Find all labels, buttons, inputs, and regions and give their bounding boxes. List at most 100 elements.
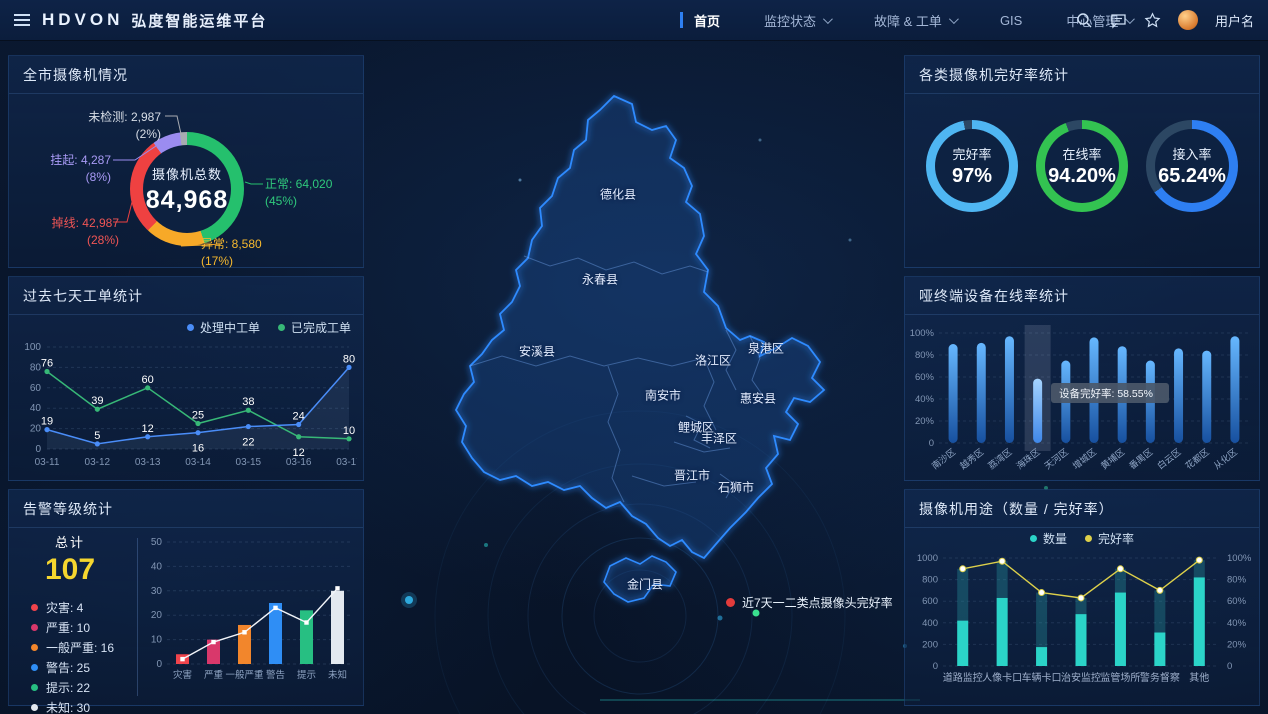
alarm-summary: 总计107灾害: 4严重: 10一般严重: 16警告: 25提示: 22未知: …: [9, 532, 131, 714]
user-avatar[interactable]: [1178, 10, 1198, 30]
gauge-value: 65.24%: [1158, 165, 1226, 188]
svg-text:0: 0: [933, 661, 938, 672]
svg-text:39: 39: [91, 395, 103, 407]
svg-text:20: 20: [151, 610, 163, 621]
divider: [137, 538, 138, 696]
nav-item-gis[interactable]: GIS: [978, 0, 1044, 40]
panel-dumb-devices: 哑终端设备在线率统计 020%40%60%80%100%南沙区越秀区荔湾区海珠区…: [904, 276, 1260, 481]
panel-camera-overview: 全市摄像机情况 摄像机总数84,968未检测: 2,987(2%) 挂起: 4,2…: [8, 55, 364, 268]
nav-brand-group: HDVON 弘度智能运维平台: [0, 10, 267, 31]
map-legend-label: 近7天一二类点摄像头完好率: [742, 594, 893, 611]
alarm-legend-item[interactable]: 未知: 30: [31, 697, 131, 714]
svg-text:600: 600: [922, 596, 938, 607]
map-legend: 近7天一二类点摄像头完好率: [726, 594, 893, 611]
donut-center-value: 84,968: [146, 186, 228, 215]
rate-gauge[interactable]: 接入率65.24%: [1144, 118, 1240, 214]
map-label-district: 南安市: [645, 387, 681, 404]
legend-item[interactable]: 处理中工单: [187, 319, 260, 336]
svg-text:未知: 未知: [328, 669, 347, 681]
svg-text:治安监控: 治安监控: [1061, 671, 1101, 684]
map-label-district: 安溪县: [519, 343, 555, 360]
svg-text:40%: 40%: [1227, 618, 1247, 629]
map-label-district: 惠安县: [740, 390, 776, 407]
donut-ring[interactable]: 摄像机总数84,968: [130, 132, 244, 246]
svg-text:60%: 60%: [915, 372, 935, 383]
camera-usage-combo-chart[interactable]: 数量完好率02004006008001000020%40%60%80%100%道…: [905, 528, 1259, 708]
weekly-orders-line-chart[interactable]: 处理中工单已完成工单02040608010003-1103-1203-1303-…: [9, 315, 363, 483]
svg-text:20%: 20%: [915, 416, 935, 427]
city-map[interactable]: 德化县永春县安溪县洛江区泉港区南安市惠安县鲤城区丰泽区晋江市石狮市金门县 近7天…: [374, 44, 894, 710]
rate-gauge[interactable]: 完好率 97%: [924, 118, 1020, 214]
svg-text:25: 25: [192, 410, 204, 422]
brand-logo: HDVON: [42, 10, 123, 30]
nav-item-label: GIS: [1000, 13, 1022, 28]
svg-text:其他: 其他: [1189, 671, 1209, 684]
svg-text:番禺区: 番禺区: [1127, 446, 1155, 471]
nav-item-monitor-status[interactable]: 监控状态: [742, 0, 852, 40]
gauge-label: 完好率: [952, 144, 991, 163]
svg-text:10: 10: [151, 635, 163, 646]
donut-slice-label: 正常: 64,020(45%): [265, 176, 332, 210]
svg-text:50: 50: [151, 537, 163, 548]
nav-item-fault-workorder[interactable]: 故障 & 工单: [852, 0, 978, 40]
search-icon[interactable]: [1076, 12, 1093, 29]
alarm-levels-chart[interactable]: 总计107灾害: 4严重: 10一般严重: 16警告: 25提示: 22未知: …: [9, 528, 363, 708]
gauge-value: 97%: [952, 165, 992, 188]
dashboard-screen: HDVON 弘度智能运维平台 首页监控状态故障 & 工单GIS中心管理 用户名: [0, 0, 1268, 714]
svg-text:0: 0: [1227, 661, 1232, 672]
svg-text:1000: 1000: [917, 553, 938, 564]
rate-gauge[interactable]: 在线率94.20%: [1034, 118, 1130, 214]
svg-text:0: 0: [35, 444, 41, 455]
message-icon[interactable]: [1110, 12, 1127, 29]
svg-text:03-13: 03-13: [135, 457, 161, 468]
panel-title-camera-overview: 全市摄像机情况: [9, 56, 363, 94]
svg-text:花都区: 花都区: [1183, 446, 1211, 471]
panel-title-camera-rates: 各类摄像机完好率统计: [905, 56, 1259, 94]
donut-slice-label: 挂起: 4,287(8%): [9, 152, 111, 186]
svg-text:40: 40: [30, 403, 42, 414]
legend-item[interactable]: 数量: [1030, 530, 1067, 547]
svg-text:40%: 40%: [915, 394, 935, 405]
svg-text:车辆卡口: 车辆卡口: [1022, 671, 1062, 684]
svg-text:80%: 80%: [1227, 575, 1247, 586]
alarm-legend-item[interactable]: 提示: 22: [31, 677, 131, 697]
alarm-legend-item[interactable]: 灾害: 4: [31, 597, 131, 617]
legend-item[interactable]: 完好率: [1085, 530, 1134, 547]
usage-legend: 数量 完好率: [1030, 530, 1134, 547]
svg-text:24: 24: [293, 411, 305, 423]
svg-text:监管场所: 监管场所: [1100, 671, 1140, 684]
nav-item-home[interactable]: 首页: [672, 0, 742, 40]
svg-text:100: 100: [24, 342, 41, 353]
svg-text:60: 60: [30, 383, 42, 394]
map-label-district: 石狮市: [718, 479, 754, 496]
svg-text:提示: 提示: [297, 669, 316, 681]
map-label-district: 金门县: [627, 576, 663, 593]
svg-text:80%: 80%: [915, 350, 935, 361]
svg-text:20: 20: [30, 424, 42, 435]
alarm-legend-item[interactable]: 警告: 25: [31, 657, 131, 677]
alarm-legend-item[interactable]: 一般严重: 16: [31, 637, 131, 657]
favorite-star-icon[interactable]: [1144, 12, 1161, 29]
svg-text:人像卡口: 人像卡口: [982, 671, 1022, 684]
username-label[interactable]: 用户名: [1215, 11, 1254, 30]
svg-text:0: 0: [929, 438, 934, 449]
svg-text:100%: 100%: [1227, 553, 1252, 564]
svg-text:荔湾区: 荔湾区: [986, 446, 1014, 471]
panel-camera-rates: 各类摄像机完好率统计 完好率 97% 在线率94.20%接入率65.24%: [904, 55, 1260, 268]
alarm-legend-item[interactable]: 严重: 10: [31, 617, 131, 637]
menu-icon[interactable]: [14, 14, 30, 26]
donut-slice-label: 未检测: 2,987(2%): [19, 109, 161, 143]
nav-item-label: 故障 & 工单: [874, 11, 942, 30]
legend-item[interactable]: 已完成工单: [278, 319, 351, 336]
svg-text:03-14: 03-14: [185, 457, 211, 468]
camera-total-donut-chart[interactable]: 摄像机总数84,968未检测: 2,987(2%)挂起: 4,287(8%)掉线…: [9, 94, 363, 270]
nav-item-label: 监控状态: [764, 11, 816, 30]
dumb-device-bar-chart[interactable]: 020%40%60%80%100%南沙区越秀区荔湾区海珠区天河区增城区黄埔区番禺…: [905, 315, 1259, 483]
gauge-value: 94.20%: [1048, 165, 1116, 188]
map-label-district: 德化县: [600, 186, 636, 203]
svg-text:22: 22: [242, 437, 254, 449]
camera-rate-gauges[interactable]: 完好率 97% 在线率94.20%接入率65.24%: [905, 94, 1259, 270]
gauge-row: 完好率 97% 在线率94.20%接入率65.24%: [905, 94, 1259, 214]
brand-product-name: 弘度智能运维平台: [131, 10, 267, 31]
panel-alarm-levels: 告警等级统计 总计107灾害: 4严重: 10一般严重: 16警告: 25提示:…: [8, 489, 364, 706]
